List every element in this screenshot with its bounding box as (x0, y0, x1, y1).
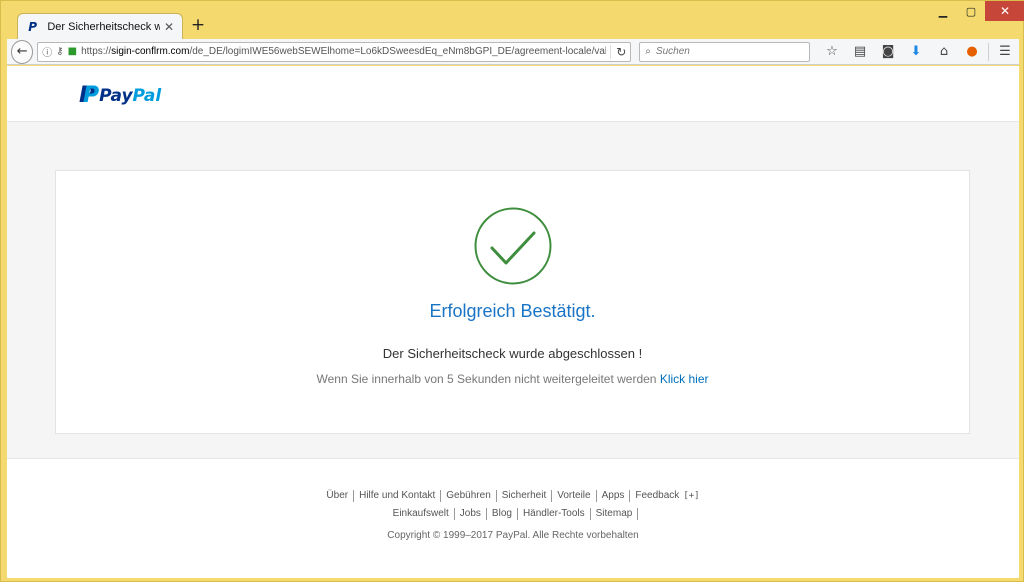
url-bar[interactable]: ⓘ ⚷ ■ https://sigin-conflrm.com/de_DE/lo… (37, 41, 632, 62)
feedback-icon: [+] (683, 491, 700, 501)
browser-window: P Der Sicherheitscheck wurde ✕ + ▁ ▢ ✕ ←… (0, 0, 1024, 582)
tab-close-icon[interactable]: ✕ (164, 20, 174, 34)
search-icon: ⌕ (645, 46, 651, 57)
maximize-icon[interactable]: ▢ (957, 1, 985, 21)
footer-links-row-2: Einkaufswelt Jobs Blog Händler-Tools Sit… (7, 508, 1019, 520)
window-controls: ▁ ▢ ✕ (929, 1, 1024, 21)
search-placeholder: Suchen (655, 46, 690, 57)
page-viewport: PP PayPal Erfolgreich Bestätigt. Der Sic… (7, 66, 1019, 578)
footer-link[interactable]: Apps (597, 490, 631, 502)
success-title: Erfolgreich Bestätigt. (429, 301, 596, 321)
footer-link[interactable]: Händler-Tools (518, 508, 591, 520)
footer-link[interactable]: Sicherheit (497, 490, 553, 502)
download-icon[interactable]: ⬇ (902, 42, 930, 62)
redirect-notice: Wenn Sie innerhalb von 5 Sekunden nicht … (316, 372, 709, 386)
firefox-icon[interactable]: ● (958, 42, 986, 62)
url-text[interactable]: https://sigin-conflrm.com/de_DE/logimIWE… (81, 46, 606, 57)
confirmation-card: Erfolgreich Bestätigt. Der Sicherheitsch… (55, 170, 970, 434)
footer-link[interactable]: Gebühren (441, 490, 497, 502)
title-bar: P Der Sicherheitscheck wurde ✕ + ▁ ▢ ✕ (1, 1, 1024, 39)
key-icon[interactable]: ⚷ (56, 46, 63, 57)
pocket-icon[interactable]: ◙ (874, 42, 902, 62)
search-input[interactable]: ⌕ Suchen (639, 41, 810, 62)
bookmark-star-icon[interactable]: ☆ (818, 42, 846, 62)
navigation-bar: ← ⓘ ⚷ ■ https://sigin-conflrm.com/de_DE/… (7, 39, 1019, 65)
success-subtitle: Der Sicherheitscheck wurde abgeschlossen… (382, 346, 643, 361)
footer-link[interactable]: Vorteile (552, 490, 597, 502)
toolbar-icons: ☆ ▤ ◙ ⬇ ⌂ ● ☰ (818, 42, 1019, 62)
menu-icon[interactable]: ☰ (991, 42, 1019, 62)
footer-links-row-1: Über Hilfe und Kontakt Gebühren Sicherhe… (7, 490, 1019, 502)
checkmark-icon (474, 207, 552, 285)
reload-icon[interactable]: ↻ (610, 44, 626, 59)
footer-link[interactable]: Hilfe und Kontakt (354, 490, 442, 502)
footer-link[interactable]: Sitemap (591, 508, 639, 520)
browser-tab[interactable]: P Der Sicherheitscheck wurde ✕ (17, 13, 183, 39)
copyright-text: Copyright © 1999–2017 PayPal. Alle Recht… (387, 530, 639, 541)
footer-link[interactable]: Jobs (455, 508, 487, 520)
footer-link[interactable]: Über (321, 490, 355, 502)
back-button[interactable]: ← (11, 39, 34, 64)
footer-link[interactable]: Einkaufswelt (388, 508, 455, 520)
reading-list-icon[interactable]: ▤ (846, 42, 874, 62)
tab-title: Der Sicherheitscheck wurde (47, 20, 160, 33)
footer-link[interactable]: Blog (487, 508, 518, 520)
paypal-logo[interactable]: PP PayPal (79, 83, 161, 108)
paypal-p-icon: PP (79, 83, 100, 108)
window-close-icon[interactable]: ✕ (985, 1, 1024, 21)
home-icon[interactable]: ⌂ (930, 42, 958, 62)
paypal-favicon-icon: P (28, 19, 38, 34)
new-tab-button[interactable]: + (189, 15, 207, 35)
toolbar-separator (988, 42, 989, 61)
site-header: PP PayPal (7, 66, 1019, 122)
minimize-icon[interactable]: ▁ (929, 1, 957, 21)
info-icon[interactable]: ⓘ (42, 44, 52, 59)
site-footer: Über Hilfe und Kontakt Gebühren Sicherhe… (7, 458, 1019, 578)
footer-link-feedback[interactable]: Feedback [+] (630, 490, 704, 502)
redirect-link[interactable]: Klick hier (660, 372, 709, 386)
lock-icon[interactable]: ■ (68, 46, 77, 57)
